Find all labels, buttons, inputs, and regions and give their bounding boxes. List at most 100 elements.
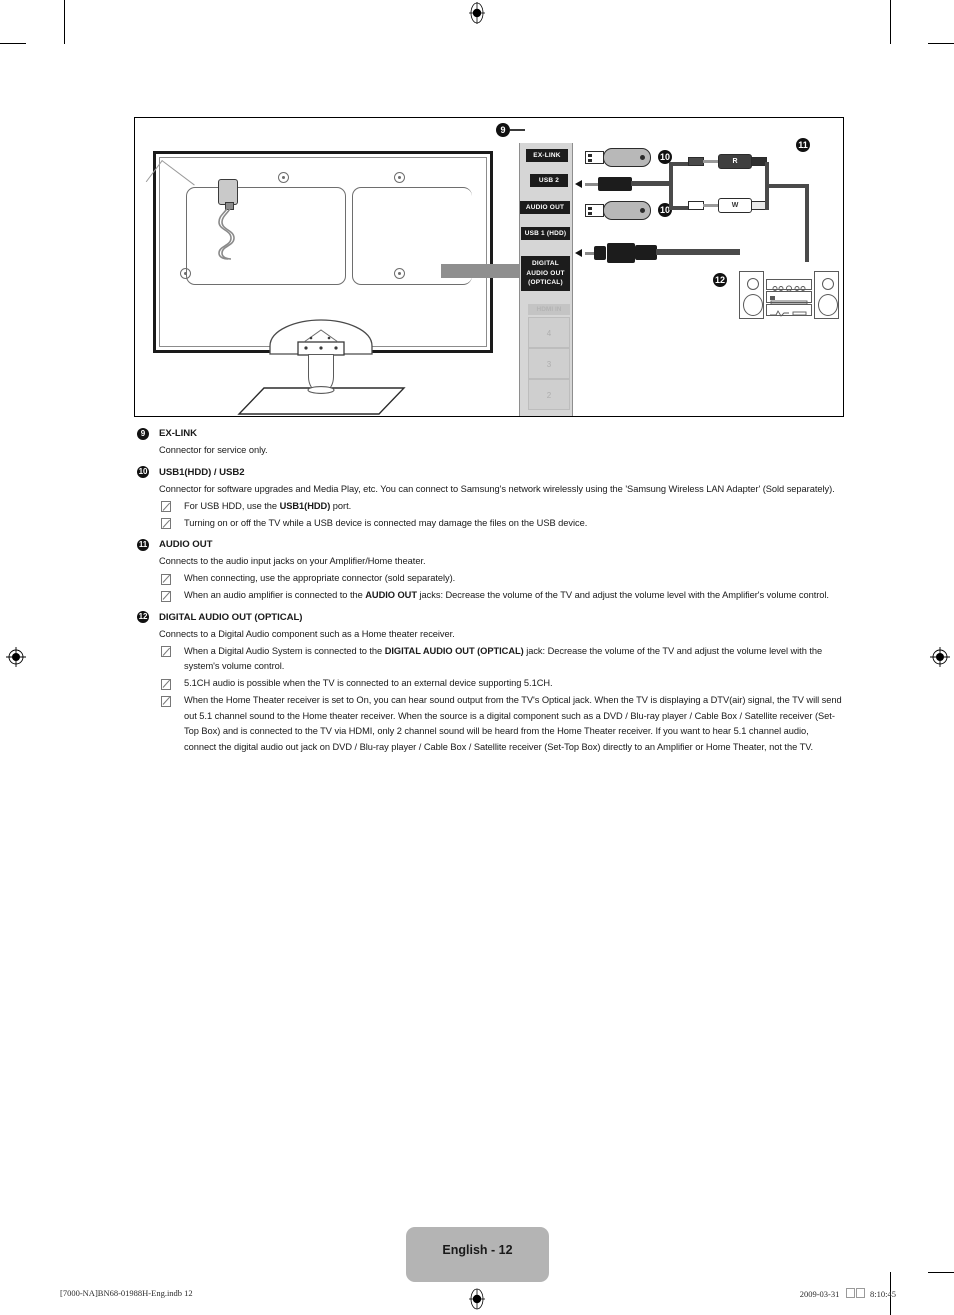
- note-icon: [161, 590, 171, 602]
- rca-plug-right-channel: R: [718, 154, 752, 169]
- footer-time: 8:10:45: [870, 1289, 896, 1299]
- note-icon: [161, 678, 171, 690]
- optical-plug-head: [594, 246, 606, 260]
- rca-link-bottom: [703, 204, 719, 207]
- note-item: When the Home Theater receiver is set to…: [137, 693, 843, 755]
- callout-12: 12: [713, 273, 727, 287]
- ht-receiver-stack: [766, 279, 812, 317]
- rca-tail-bottom: [688, 201, 704, 210]
- callout-9: 9: [496, 123, 510, 137]
- port-description-list: 9 EX-LINK Connector for service only. 10…: [137, 424, 843, 755]
- ht-speaker-left: [739, 271, 764, 319]
- ht-woofer-left: [743, 294, 763, 316]
- mount-screw-bottom-right: [394, 268, 405, 279]
- audio-jack-barrel: [598, 177, 632, 191]
- optical-arrow-icon: [575, 249, 582, 257]
- note-icon: [161, 518, 171, 529]
- entry-title-audio-out: 11 AUDIO OUT: [137, 535, 843, 554]
- rca-to-ht-vertical: [805, 184, 809, 262]
- ht-receiver-top: [766, 279, 812, 292]
- optical-line-1: DIGITAL: [532, 260, 559, 267]
- panel-connector-bar: [441, 264, 521, 278]
- registration-mark-top: [469, 2, 485, 24]
- mount-screw-top-right: [394, 172, 405, 183]
- entry-title-text: EX-LINK: [159, 428, 198, 439]
- audio-out-arrow-icon: [575, 180, 582, 188]
- rca-split-vertical: [669, 162, 673, 210]
- entry-title-ex-link: 9 EX-LINK: [137, 424, 843, 443]
- tofu-glyph: [846, 1288, 856, 1298]
- port-label-digital-audio-out-optical: DIGITAL AUDIO OUT (OPTICAL): [521, 256, 570, 291]
- tv-stand-base: [237, 386, 406, 415]
- registration-mark-right: [930, 647, 950, 667]
- note-icon: [161, 646, 171, 657]
- note-item: When an audio amplifier is connected to …: [137, 588, 843, 604]
- crop-mark-right-bottom: [928, 1272, 954, 1273]
- port-label-usb2: USB 2: [530, 174, 568, 187]
- page-number-tab: English - 12: [406, 1227, 549, 1282]
- note-text: When a Digital Audio System is connected…: [184, 645, 823, 672]
- note-text: When connecting, use the appropriate con…: [184, 573, 456, 583]
- crop-mark-left-top: [0, 43, 26, 44]
- entry-number-10: 10: [137, 466, 149, 478]
- entry-desc-audio-out: Connects to the audio input jacks on you…: [159, 556, 426, 566]
- entry-number-11: 11: [137, 538, 149, 551]
- optical-plug-grip: [635, 245, 657, 260]
- mount-screw-bottom-left: [180, 268, 191, 279]
- audio-jack-tip: [585, 182, 599, 186]
- tv-stand-mount: [269, 319, 373, 356]
- optical-line-3: (OPTICAL): [528, 279, 563, 286]
- usb-flash-drive-usb2: [585, 148, 651, 167]
- entry-digital-audio-out: 12 DIGITAL AUDIO OUT (OPTICAL) Connects …: [137, 608, 843, 756]
- registration-mark-left: [6, 647, 26, 667]
- ht-tweeter-right: [822, 278, 834, 290]
- tv-rear-illustration: [145, 151, 493, 415]
- note-text: 5.1CH audio is possible when the TV is c…: [184, 678, 553, 688]
- usb-body: [603, 201, 651, 220]
- entry-title-text: AUDIO OUT: [159, 539, 213, 550]
- footer-date: 2009-03-31: [799, 1289, 840, 1299]
- rca-tail-top: [688, 157, 704, 166]
- callout-9-lead: [510, 129, 525, 132]
- optical-cable: [656, 249, 740, 255]
- port-label-ex-link: EX-LINK: [526, 149, 568, 162]
- port-label-hdmi-in: HDMI IN: [528, 304, 570, 315]
- ht-speaker-right: [814, 271, 839, 319]
- usb-plug-icon: [585, 151, 604, 164]
- tv-port-column: EX-LINK USB 2 AUDIO OUT USB 1 (HDD) DIGI…: [519, 143, 573, 416]
- adapter-cable-coil: [218, 204, 235, 260]
- hdmi-slot-4: 4: [528, 317, 570, 348]
- callout-11: 11: [796, 138, 810, 152]
- crop-mark-right-top: [928, 43, 954, 44]
- hdmi-slot-2: 2: [528, 379, 570, 410]
- note-item: 5.1CH audio is possible when the TV is c…: [137, 676, 843, 692]
- registration-mark-bottom: [469, 1288, 485, 1310]
- note-icon: [161, 501, 171, 512]
- ht-receiver-bottom: [766, 304, 812, 317]
- rca-link-top: [703, 160, 719, 163]
- note-item: When a Digital Audio System is connected…: [137, 644, 843, 675]
- note-icon: [161, 695, 171, 707]
- note-text: Turning on or off the TV while a USB dev…: [184, 517, 588, 528]
- usb-flash-drive-usb1: [585, 201, 651, 220]
- entry-audio-out: 11 AUDIO OUT Connects to the audio input…: [137, 535, 843, 604]
- note-icon: [161, 573, 171, 585]
- entry-number-12: 12: [137, 611, 149, 623]
- mount-screw-top-left: [278, 172, 289, 183]
- crop-mark-top-left: [64, 0, 65, 44]
- connection-diagram: EX-LINK USB 2 AUDIO OUT USB 1 (HDD) DIGI…: [134, 117, 844, 417]
- usb-plug-icon: [585, 204, 604, 217]
- tv-back-panel-left: [186, 187, 346, 285]
- note-item: Turning on or off the TV while a USB dev…: [137, 516, 843, 532]
- note-item: For USB HDD, use the USB1(HDD) port.: [137, 499, 843, 515]
- note-item: When connecting, use the appropriate con…: [137, 571, 843, 587]
- note-text: When the Home Theater receiver is set to…: [184, 695, 842, 752]
- entry-title-text: USB1(HDD) / USB2: [159, 466, 245, 478]
- note-text: When an audio amplifier is connected to …: [184, 590, 829, 600]
- tofu-glyph: [856, 1288, 866, 1298]
- footer-timestamp: 2009-03-31 8:10:45: [800, 1288, 896, 1299]
- rca-to-ht-horizontal: [765, 184, 809, 188]
- entry-usb: 10 USB1(HDD) / USB2 Connector for softwa…: [137, 463, 843, 532]
- entry-ex-link: 9 EX-LINK Connector for service only.: [137, 424, 843, 459]
- footer-file-reference: [7000-NA]BN68-01988H-Eng.indb 12: [60, 1288, 193, 1298]
